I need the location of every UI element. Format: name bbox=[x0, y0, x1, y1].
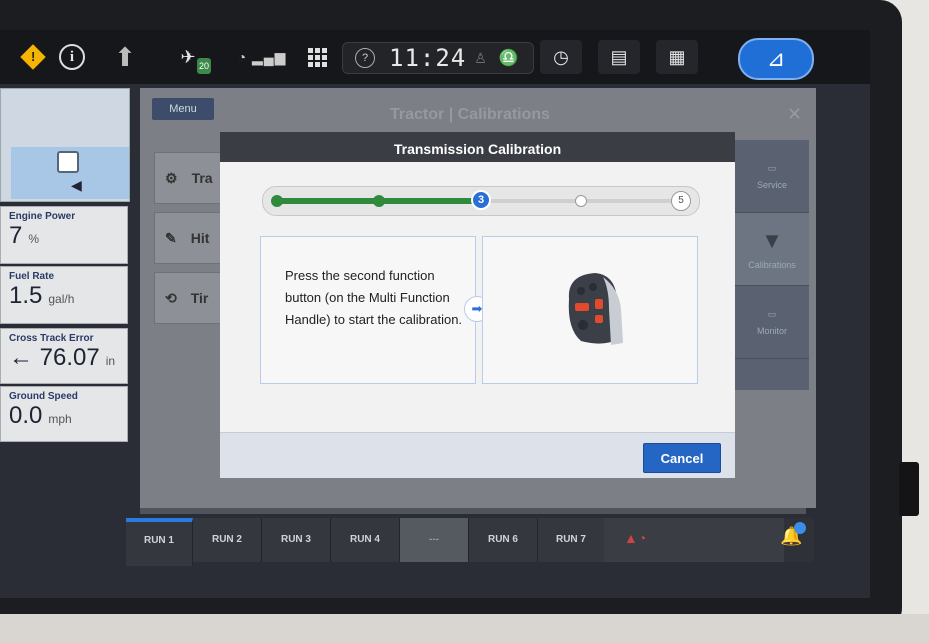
cross-track-error-widget[interactable]: Cross Track Error ← 76.07 in bbox=[0, 328, 128, 384]
notification-bell-icon[interactable]: 🔔 bbox=[780, 522, 808, 554]
map-widget[interactable]: ◀ bbox=[0, 88, 130, 202]
clock-time: 11:24 bbox=[389, 44, 467, 72]
warning-icon[interactable]: ! bbox=[18, 42, 48, 72]
widget-value: 0.0 mph bbox=[9, 402, 72, 429]
right-nav: ▭ Service ▼ Calibrations ▭ Monitor bbox=[735, 140, 809, 390]
widget-label: Engine Power bbox=[9, 211, 76, 222]
operator-icon: ♙ bbox=[474, 49, 487, 66]
tab-run-3[interactable]: RUN 3 bbox=[262, 518, 331, 562]
arrow-up-icon[interactable]: ⬆ bbox=[110, 42, 140, 72]
tab-run-4[interactable]: RUN 4 bbox=[331, 518, 400, 562]
step-dot-last: 5 bbox=[671, 191, 691, 211]
triangle-down-icon: ▼ bbox=[761, 228, 783, 253]
widget-label: Fuel Rate bbox=[9, 271, 55, 282]
multi-function-handle-icon bbox=[568, 273, 623, 345]
tab-run-1[interactable]: RUN 1 bbox=[126, 518, 193, 566]
mount-edge bbox=[0, 614, 929, 643]
widget-value: 7% bbox=[9, 222, 40, 249]
calibration-row-transmission[interactable]: ⚙ Tra bbox=[154, 152, 226, 204]
app-grid-icon[interactable] bbox=[300, 42, 334, 72]
widget-value: 1.5 gal/h bbox=[9, 282, 75, 309]
home-logo-button[interactable]: ⊿ bbox=[738, 38, 814, 80]
step-dot-current: 3 bbox=[471, 190, 491, 210]
alarm-icon: ▲◔ bbox=[624, 530, 647, 546]
tab-run-2[interactable]: RUN 2 bbox=[193, 518, 262, 562]
side-connector bbox=[899, 462, 919, 516]
illustration-panel bbox=[482, 236, 698, 384]
notification-badge bbox=[794, 522, 806, 534]
nav-service[interactable]: ▭ Service bbox=[735, 140, 809, 213]
monitor-icon: ▭ bbox=[767, 308, 777, 319]
run-tab-bar: RUN 1 RUN 2 RUN 3 RUN 4 --- RUN 6 RUN 7 … bbox=[126, 518, 814, 566]
left-widget-column: ◀ Engine Power 7% Fuel Rate 1.5 gal/h Cro… bbox=[0, 88, 132, 548]
step-dot-1 bbox=[271, 195, 283, 207]
gps-badge: 20 bbox=[197, 58, 211, 74]
dialog-title: Transmission Calibration bbox=[220, 132, 735, 162]
cancel-button[interactable]: Cancel bbox=[643, 443, 721, 473]
step-dot-2 bbox=[373, 195, 385, 207]
nav-monitor[interactable]: ▭ Monitor bbox=[735, 286, 809, 359]
gear-icon: ⚙ bbox=[165, 169, 178, 186]
ground-speed-widget[interactable]: Ground Speed 0.0 mph bbox=[0, 386, 128, 442]
status-bar: ! i ⬆ ✈ 20 ◔ ▂▄▆ ? 11:24 ♙ ♎ ◷ ▤ ▦ ⊿ bbox=[0, 30, 870, 84]
menu-button[interactable]: Menu bbox=[152, 98, 214, 120]
help-icon[interactable]: ? bbox=[355, 48, 375, 68]
widget-value: ← 76.07 in bbox=[9, 344, 116, 371]
calibration-row-tires[interactable]: ⟲ Tir bbox=[154, 272, 226, 324]
signal-strength-icon[interactable]: ◔ ▂▄▆ bbox=[232, 42, 292, 72]
hitch-icon: ✎ bbox=[165, 229, 177, 246]
close-icon[interactable]: ✕ bbox=[787, 104, 802, 125]
speedometer-icon[interactable]: ◷ bbox=[540, 40, 582, 74]
direction-arrow-icon: ◀ bbox=[71, 177, 82, 193]
instruction-panel: Press the second function button (on the… bbox=[260, 236, 476, 384]
tab-run-6[interactable]: RUN 6 bbox=[469, 518, 538, 562]
page-title: Tractor | Calibrations bbox=[390, 106, 551, 123]
implement-icon[interactable]: ▤ bbox=[598, 40, 640, 74]
tab-run-5[interactable]: --- bbox=[400, 518, 469, 562]
info-icon[interactable]: i bbox=[58, 42, 86, 72]
calibration-row-hitch[interactable]: ✎ Hit bbox=[154, 212, 226, 264]
service-icon: ▭ bbox=[767, 162, 777, 173]
map-marker bbox=[57, 151, 79, 173]
clock-panel[interactable]: ? 11:24 ♙ ♎ bbox=[342, 42, 534, 74]
transmission-calibration-dialog: Transmission Calibration 3 5 Press the s… bbox=[220, 132, 735, 478]
display-screen: ! i ⬆ ✈ 20 ◔ ▂▄▆ ? 11:24 ♙ ♎ ◷ ▤ ▦ ⊿ ◀ En… bbox=[0, 30, 870, 598]
step-progress: 3 5 bbox=[262, 186, 700, 216]
engine-power-widget[interactable]: Engine Power 7% bbox=[0, 206, 128, 264]
tab-run-7[interactable]: RUN 7 bbox=[538, 518, 605, 562]
dialog-body: 3 5 Press the second function button (on… bbox=[220, 162, 735, 432]
fuel-rate-widget[interactable]: Fuel Rate 1.5 gal/h bbox=[0, 266, 128, 324]
step-dot-4 bbox=[575, 195, 587, 207]
user-icon[interactable]: ♎ bbox=[499, 48, 519, 68]
instruction-text: Press the second function button (on the… bbox=[285, 268, 463, 327]
dialog-footer: Cancel bbox=[220, 432, 735, 478]
widget-label: Cross Track Error bbox=[9, 333, 94, 344]
alarm-area[interactable]: ▲◔ bbox=[604, 518, 784, 562]
gps-satellite-icon[interactable]: ✈ 20 bbox=[163, 42, 213, 74]
page-scrollbar[interactable] bbox=[140, 508, 806, 514]
tire-icon: ⟲ bbox=[165, 289, 177, 306]
widget-label: Ground Speed bbox=[9, 391, 78, 402]
field-icon[interactable]: ▦ bbox=[656, 40, 698, 74]
nav-calibrations[interactable]: ▼ Calibrations bbox=[735, 213, 809, 286]
